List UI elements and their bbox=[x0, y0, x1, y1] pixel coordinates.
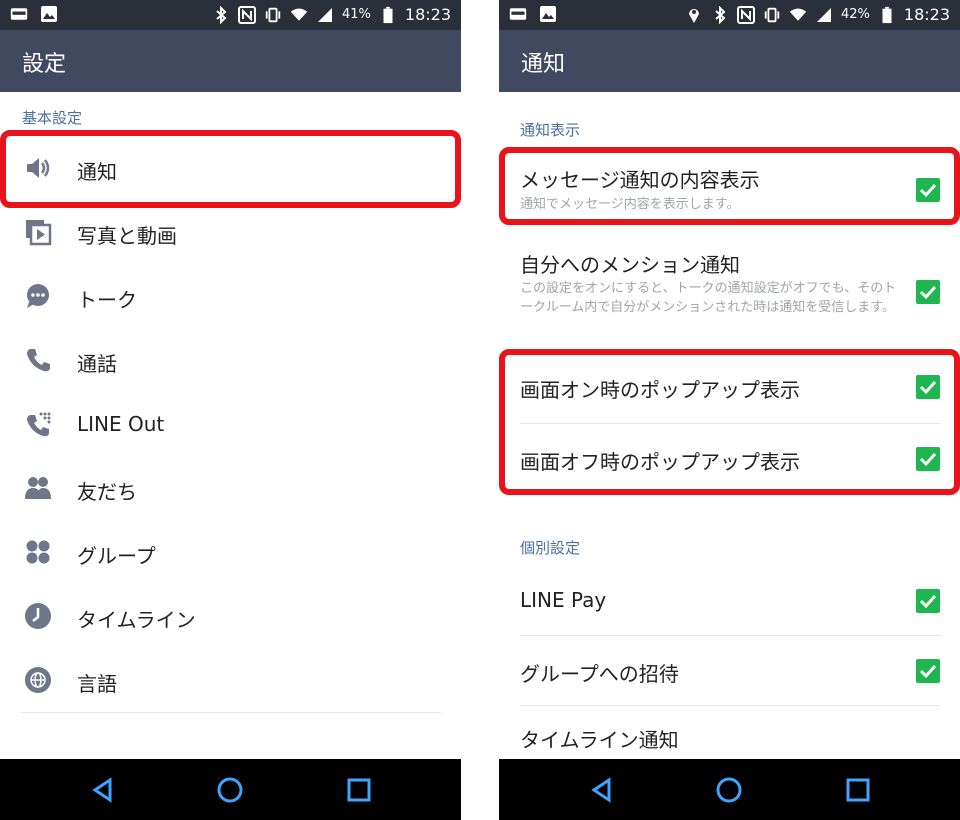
recents-button[interactable] bbox=[344, 775, 374, 805]
android-nav-bar bbox=[499, 759, 960, 820]
back-button[interactable] bbox=[88, 775, 118, 805]
group-icon bbox=[26, 540, 50, 564]
settings-item-label: タイムライン bbox=[77, 608, 196, 632]
clock-time: 18:23 bbox=[903, 5, 950, 24]
globe-icon bbox=[25, 667, 51, 693]
highlight-box bbox=[0, 130, 461, 208]
checkbox-checked[interactable] bbox=[916, 659, 940, 683]
settings-item-groups[interactable]: グループ bbox=[0, 520, 461, 584]
media-icon bbox=[26, 220, 52, 246]
setting-title: タイムライン通知 bbox=[520, 728, 679, 752]
settings-item-label: 通話 bbox=[77, 352, 117, 376]
settings-item-label: トーク bbox=[77, 288, 137, 312]
settings-item-label: LINE Out bbox=[77, 412, 165, 436]
location-icon bbox=[688, 9, 699, 23]
recents-button[interactable] bbox=[843, 775, 873, 805]
notifications-screen: 42% 18:23 通知 通知表示 メッセージ通知の内容表示 通知でメッセージ内… bbox=[499, 0, 960, 820]
line-notification-icon bbox=[509, 8, 527, 20]
home-button[interactable] bbox=[215, 775, 245, 805]
vibrate-icon bbox=[265, 7, 281, 23]
chat-bubble-icon bbox=[27, 284, 49, 308]
settings-item-label: 言語 bbox=[77, 672, 117, 696]
line-notification-icon bbox=[10, 8, 28, 20]
battery-icon bbox=[383, 6, 393, 24]
setting-row-line-pay[interactable]: LINE Pay bbox=[499, 566, 960, 636]
settings-item-label: グループ bbox=[77, 544, 156, 568]
settings-item-talk[interactable]: トーク bbox=[0, 264, 461, 328]
nfc-icon bbox=[237, 6, 256, 24]
setting-title: LINE Pay bbox=[520, 588, 607, 612]
settings-item-photos-videos[interactable]: 写真と動画 bbox=[0, 200, 461, 264]
phone-icon bbox=[27, 349, 50, 372]
settings-item-friends[interactable]: 友だち bbox=[0, 456, 461, 520]
highlight-box bbox=[499, 349, 960, 495]
image-notification-icon bbox=[540, 6, 556, 22]
image-notification-icon bbox=[41, 6, 57, 22]
section-header-basic: 基本設定 bbox=[22, 109, 83, 127]
bluetooth-icon bbox=[715, 6, 726, 24]
settings-item-language[interactable]: 言語 bbox=[0, 648, 461, 712]
battery-percent: 41% bbox=[341, 7, 371, 22]
vibrate-icon bbox=[764, 7, 780, 23]
setting-description: この設定をオンにすると、トークの通知設定がオフでも、そのトークルーム内で自分がメ… bbox=[520, 281, 897, 315]
signal-icon bbox=[816, 8, 831, 22]
check-icon bbox=[919, 594, 937, 609]
clock-time: 18:23 bbox=[404, 5, 451, 24]
settings-item-line-out[interactable]: LINE Out bbox=[0, 392, 461, 456]
highlight-box bbox=[499, 147, 960, 225]
checkbox-checked[interactable] bbox=[916, 280, 940, 304]
checkbox-checked[interactable] bbox=[916, 589, 940, 613]
section-header-individual: 個別設定 bbox=[520, 539, 581, 557]
nfc-icon bbox=[736, 6, 755, 24]
section-header-display: 通知表示 bbox=[520, 121, 581, 139]
home-button[interactable] bbox=[714, 775, 744, 805]
divider bbox=[21, 712, 441, 713]
wifi-icon bbox=[789, 8, 807, 21]
signal-icon bbox=[317, 8, 332, 22]
friends-icon bbox=[25, 477, 51, 499]
status-bar: 41% 18:23 bbox=[0, 0, 461, 30]
android-nav-bar bbox=[0, 759, 461, 820]
settings-item-label: 写真と動画 bbox=[77, 224, 177, 248]
setting-row-timeline[interactable]: タイムライン通知 bbox=[499, 706, 960, 759]
page-title: 通知 bbox=[521, 52, 566, 77]
battery-icon bbox=[882, 6, 892, 24]
line-out-phone-icon bbox=[27, 412, 51, 437]
app-bar: 設定 bbox=[0, 30, 461, 92]
settings-item-calls[interactable]: 通話 bbox=[0, 328, 461, 392]
battery-percent: 42% bbox=[840, 7, 870, 22]
back-button[interactable] bbox=[587, 775, 617, 805]
clock-icon bbox=[25, 603, 51, 629]
settings-item-label: 友だち bbox=[77, 480, 137, 504]
setting-title: 自分へのメンション通知 bbox=[520, 253, 740, 277]
setting-row-group-invite[interactable]: グループへの招待 bbox=[499, 636, 960, 706]
setting-title: グループへの招待 bbox=[520, 662, 679, 686]
bluetooth-icon bbox=[216, 6, 227, 24]
setting-row-mention[interactable]: 自分へのメンション通知 この設定をオンにすると、トークの通知設定がオフでも、その… bbox=[499, 232, 960, 342]
page-title: 設定 bbox=[22, 52, 67, 77]
settings-item-timeline[interactable]: タイムライン bbox=[0, 584, 461, 648]
check-icon bbox=[919, 285, 937, 300]
app-bar: 通知 bbox=[499, 30, 960, 92]
wifi-icon bbox=[290, 8, 308, 21]
check-icon bbox=[919, 664, 937, 679]
status-bar: 42% 18:23 bbox=[499, 0, 960, 30]
settings-screen: 41% 18:23 設定 基本設定 通知 写真と動画 トーク 通話 LINE O… bbox=[0, 0, 461, 820]
